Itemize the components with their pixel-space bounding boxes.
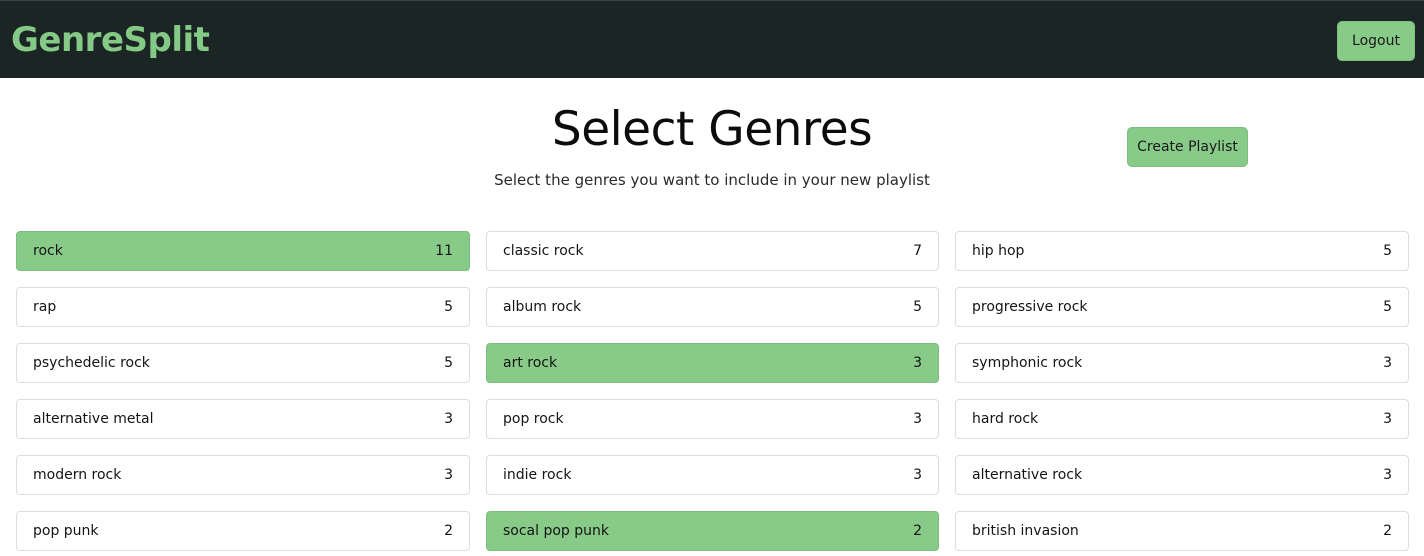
genre-name: rap (33, 299, 57, 315)
genre-card[interactable]: psychedelic rock 5 (16, 343, 470, 383)
brand-logo[interactable]: GenreSplit (11, 20, 210, 60)
genre-count: 3 (913, 467, 922, 483)
genre-card[interactable]: album rock 5 (486, 287, 939, 327)
genre-name: socal pop punk (503, 523, 610, 539)
create-playlist-button[interactable]: Create Playlist (1127, 127, 1248, 167)
genre-name: alternative metal (33, 411, 154, 427)
genre-count: 7 (913, 243, 922, 259)
genre-card[interactable]: rock 11 (16, 231, 470, 271)
navbar: GenreSplit Logout (0, 0, 1424, 78)
genre-count: 5 (913, 299, 922, 315)
genre-card[interactable]: alternative rock 3 (955, 455, 1409, 495)
genre-count: 3 (444, 467, 453, 483)
genre-count: 5 (444, 299, 453, 315)
genre-count: 3 (444, 411, 453, 427)
genre-name: album rock (503, 299, 582, 315)
genre-card[interactable]: hard rock 3 (955, 399, 1409, 439)
genre-card[interactable]: modern rock 3 (16, 455, 470, 495)
genre-name: art rock (503, 355, 558, 371)
genre-name: indie rock (503, 467, 572, 483)
genre-name: classic rock (503, 243, 584, 259)
genre-card[interactable]: socal pop punk 2 (486, 511, 939, 551)
genre-count: 3 (913, 411, 922, 427)
genre-card[interactable]: art rock 3 (486, 343, 939, 383)
genre-card[interactable]: british invasion 2 (955, 511, 1409, 551)
genre-count: 3 (913, 355, 922, 371)
genre-count: 5 (1383, 243, 1392, 259)
genre-name: psychedelic rock (33, 355, 150, 371)
page-subtitle: Select the genres you want to include in… (494, 171, 930, 189)
genre-name: hip hop (972, 243, 1025, 259)
genre-name: british invasion (972, 523, 1079, 539)
genre-card[interactable]: pop rock 3 (486, 399, 939, 439)
genre-count: 11 (435, 243, 453, 259)
genre-card[interactable]: hip hop 5 (955, 231, 1409, 271)
genre-card[interactable]: symphonic rock 3 (955, 343, 1409, 383)
genre-count: 3 (1383, 355, 1392, 371)
genre-name: hard rock (972, 411, 1039, 427)
genre-name: symphonic rock (972, 355, 1083, 371)
genre-count: 2 (1383, 523, 1392, 539)
genre-name: progressive rock (972, 299, 1088, 315)
genre-card[interactable]: alternative metal 3 (16, 399, 470, 439)
genre-count: 5 (444, 355, 453, 371)
genre-count: 2 (444, 523, 453, 539)
genre-card[interactable]: indie rock 3 (486, 455, 939, 495)
genre-grid: rock 11 classic rock 7 hip hop 5 rap 5 album roc… (16, 231, 1409, 551)
genre-name: pop rock (503, 411, 564, 427)
genre-name: rock (33, 243, 63, 259)
genre-name: alternative rock (972, 467, 1083, 483)
genre-count: 2 (913, 523, 922, 539)
genre-count: 5 (1383, 299, 1392, 315)
logout-button[interactable]: Logout (1337, 21, 1415, 61)
genre-count: 3 (1383, 467, 1392, 483)
genre-card[interactable]: pop punk 2 (16, 511, 470, 551)
genre-card[interactable]: progressive rock 5 (955, 287, 1409, 327)
genre-card[interactable]: classic rock 7 (486, 231, 939, 271)
genre-name: modern rock (33, 467, 122, 483)
genre-count: 3 (1383, 411, 1392, 427)
genre-card[interactable]: rap 5 (16, 287, 470, 327)
genre-name: pop punk (33, 523, 99, 539)
